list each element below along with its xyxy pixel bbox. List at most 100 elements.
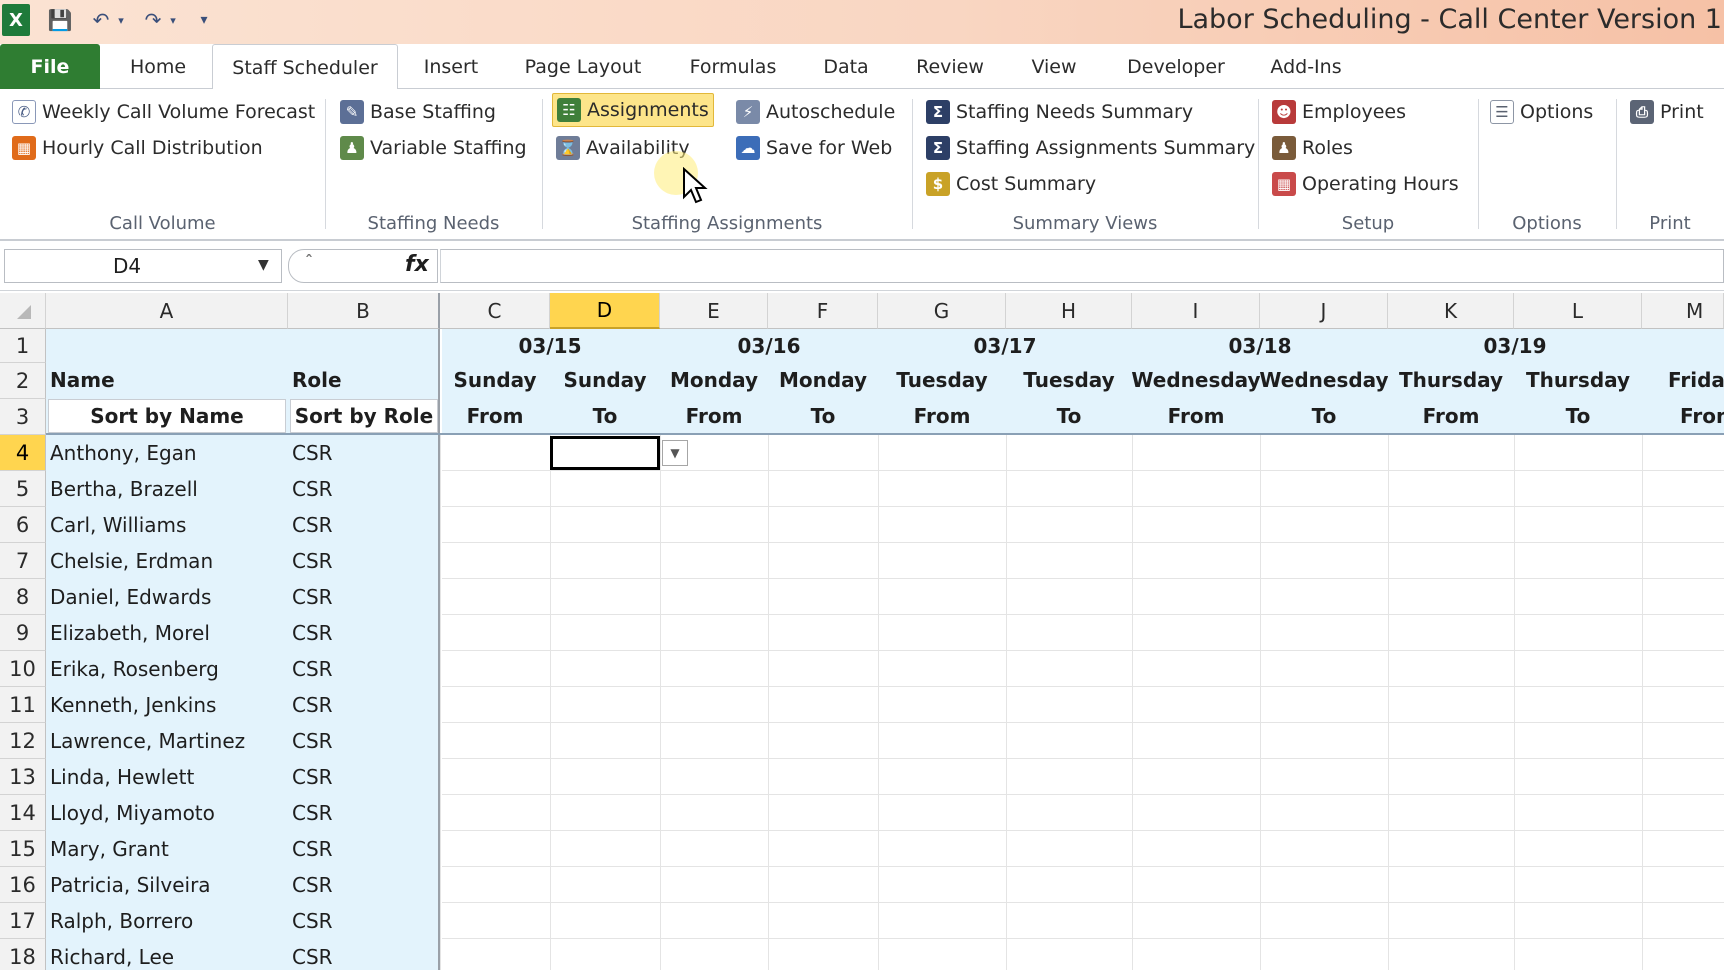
column-header-h[interactable]: H	[1006, 293, 1132, 329]
row-header[interactable]: 11	[0, 687, 46, 723]
employee-name-cell[interactable]: Mary, Grant	[50, 831, 286, 867]
row-header[interactable]: 8	[0, 579, 46, 615]
column-header-i[interactable]: I	[1132, 293, 1260, 329]
employee-name-cell[interactable]: Chelsie, Erdman	[50, 543, 286, 579]
employee-name-cell[interactable]: Patricia, Silveira	[50, 867, 286, 903]
employee-name-cell[interactable]: Carl, Williams	[50, 507, 286, 543]
column-header-c[interactable]: C	[440, 293, 550, 329]
row-header[interactable]: 15	[0, 831, 46, 867]
employee-role-cell[interactable]: CSR	[292, 867, 432, 903]
employee-name-cell[interactable]: Richard, Lee	[50, 939, 286, 970]
column-header-a[interactable]: A	[46, 293, 288, 329]
hourly-call-distribution-button[interactable]: ▦ Hourly Call Distribution	[12, 131, 263, 165]
tab-formulas[interactable]: Formulas	[672, 44, 794, 89]
column-header-m[interactable]: M	[1642, 293, 1724, 329]
employee-role-cell[interactable]: CSR	[292, 795, 432, 831]
employee-name-cell[interactable]: Anthony, Egan	[50, 435, 286, 471]
tab-home[interactable]: Home	[110, 44, 206, 89]
employee-role-cell[interactable]: CSR	[292, 903, 432, 939]
insert-function-button[interactable]: fx	[405, 252, 429, 277]
row-header[interactable]: 14	[0, 795, 46, 831]
assignments-button[interactable]: ☷ Assignments	[552, 93, 714, 127]
select-all-corner[interactable]	[0, 293, 46, 329]
variable-staffing-button[interactable]: ♟ Variable Staffing	[340, 131, 527, 165]
column-header-d[interactable]: D	[550, 293, 660, 329]
save-icon[interactable]: 💾	[44, 4, 76, 36]
sort-by-name-button[interactable]: Sort by Name	[48, 399, 286, 433]
row-header[interactable]: 18	[0, 939, 46, 970]
expand-formula-icon[interactable]: ˆ	[305, 252, 313, 271]
employees-button[interactable]: ☻ Employees	[1272, 95, 1406, 129]
undo-icon[interactable]: ↶	[88, 4, 114, 36]
row-header-3[interactable]: 3	[0, 399, 46, 435]
column-header-b[interactable]: B	[288, 293, 440, 329]
options-button[interactable]: ☰ Options	[1490, 95, 1593, 129]
save-for-web-button[interactable]: ☁ Save for Web	[736, 131, 892, 165]
row-header[interactable]: 16	[0, 867, 46, 903]
employee-name-cell[interactable]: Bertha, Brazell	[50, 471, 286, 507]
row-header[interactable]: 7	[0, 543, 46, 579]
row-header[interactable]: 12	[0, 723, 46, 759]
weekly-call-volume-button[interactable]: ✆ Weekly Call Volume Forecast	[12, 95, 315, 129]
employee-role-cell[interactable]: CSR	[292, 615, 432, 651]
column-header-j[interactable]: J	[1260, 293, 1388, 329]
employee-role-cell[interactable]: CSR	[292, 507, 432, 543]
formula-input[interactable]	[440, 249, 1724, 283]
employee-role-cell[interactable]: CSR	[292, 687, 432, 723]
employee-name-cell[interactable]: Lawrence, Martinez	[50, 723, 286, 759]
row-header-1[interactable]: 1	[0, 329, 46, 363]
employee-name-cell[interactable]: Lloyd, Miyamoto	[50, 795, 286, 831]
sort-by-role-button[interactable]: Sort by Role	[290, 399, 438, 433]
redo-dropdown-icon[interactable]: ▾	[166, 4, 180, 36]
row-header[interactable]: 17	[0, 903, 46, 939]
employee-name-cell[interactable]: Elizabeth, Morel	[50, 615, 286, 651]
employee-name-cell[interactable]: Ralph, Borrero	[50, 903, 286, 939]
tab-developer[interactable]: Developer	[1114, 44, 1238, 89]
redo-icon[interactable]: ↷	[140, 4, 166, 36]
column-header-k[interactable]: K	[1388, 293, 1514, 329]
row-header[interactable]: 5	[0, 471, 46, 507]
staffing-assignments-summary-button[interactable]: Σ Staffing Assignments Summary	[926, 131, 1255, 165]
row-header[interactable]: 6	[0, 507, 46, 543]
employee-name-cell[interactable]: Erika, Rosenberg	[50, 651, 286, 687]
employee-name-cell[interactable]: Linda, Hewlett	[50, 759, 286, 795]
tab-view[interactable]: View	[1016, 44, 1092, 89]
employee-role-cell[interactable]: CSR	[292, 471, 432, 507]
employee-name-cell[interactable]: Kenneth, Jenkins	[50, 687, 286, 723]
base-staffing-button[interactable]: ✎ Base Staffing	[340, 95, 496, 129]
row-header-2[interactable]: 2	[0, 363, 46, 399]
staffing-needs-summary-button[interactable]: Σ Staffing Needs Summary	[926, 95, 1193, 129]
tab-add-ins[interactable]: Add-Ins	[1258, 44, 1354, 89]
employee-role-cell[interactable]: CSR	[292, 579, 432, 615]
name-box[interactable]: D4	[4, 249, 282, 283]
row-header[interactable]: 13	[0, 759, 46, 795]
autoschedule-button[interactable]: ⚡ Autoschedule	[736, 95, 895, 129]
row-header[interactable]: 10	[0, 651, 46, 687]
tab-staff-scheduler[interactable]: Staff Scheduler	[212, 44, 398, 90]
employee-role-cell[interactable]: CSR	[292, 435, 432, 471]
cell-dropdown-arrow-icon[interactable]: ▼	[662, 440, 688, 466]
row-header[interactable]: 4	[0, 435, 46, 471]
tab-page-layout[interactable]: Page Layout	[512, 44, 654, 89]
undo-dropdown-icon[interactable]: ▾	[114, 4, 128, 36]
tab-review[interactable]: Review	[900, 44, 1000, 89]
customize-toolbar-icon[interactable]: ▾	[192, 4, 216, 36]
employee-name-cell[interactable]: Daniel, Edwards	[50, 579, 286, 615]
tab-data[interactable]: Data	[806, 44, 886, 89]
tab-insert[interactable]: Insert	[408, 44, 494, 89]
column-header-l[interactable]: L	[1514, 293, 1642, 329]
tab-file[interactable]: File	[0, 44, 100, 89]
name-box-dropdown-icon[interactable]: ▼	[258, 257, 269, 273]
employee-role-cell[interactable]: CSR	[292, 651, 432, 687]
employee-role-cell[interactable]: CSR	[292, 939, 432, 970]
row-header[interactable]: 9	[0, 615, 46, 651]
selected-cell-d4[interactable]	[550, 436, 660, 470]
employee-role-cell[interactable]: CSR	[292, 543, 432, 579]
employee-role-cell[interactable]: CSR	[292, 759, 432, 795]
cost-summary-button[interactable]: $ Cost Summary	[926, 167, 1096, 201]
operating-hours-button[interactable]: ▦ Operating Hours	[1272, 167, 1459, 201]
roles-button[interactable]: ♟ Roles	[1272, 131, 1353, 165]
column-header-f[interactable]: F	[768, 293, 878, 329]
employee-role-cell[interactable]: CSR	[292, 723, 432, 759]
print-button[interactable]: ⎙ Print	[1630, 95, 1704, 129]
